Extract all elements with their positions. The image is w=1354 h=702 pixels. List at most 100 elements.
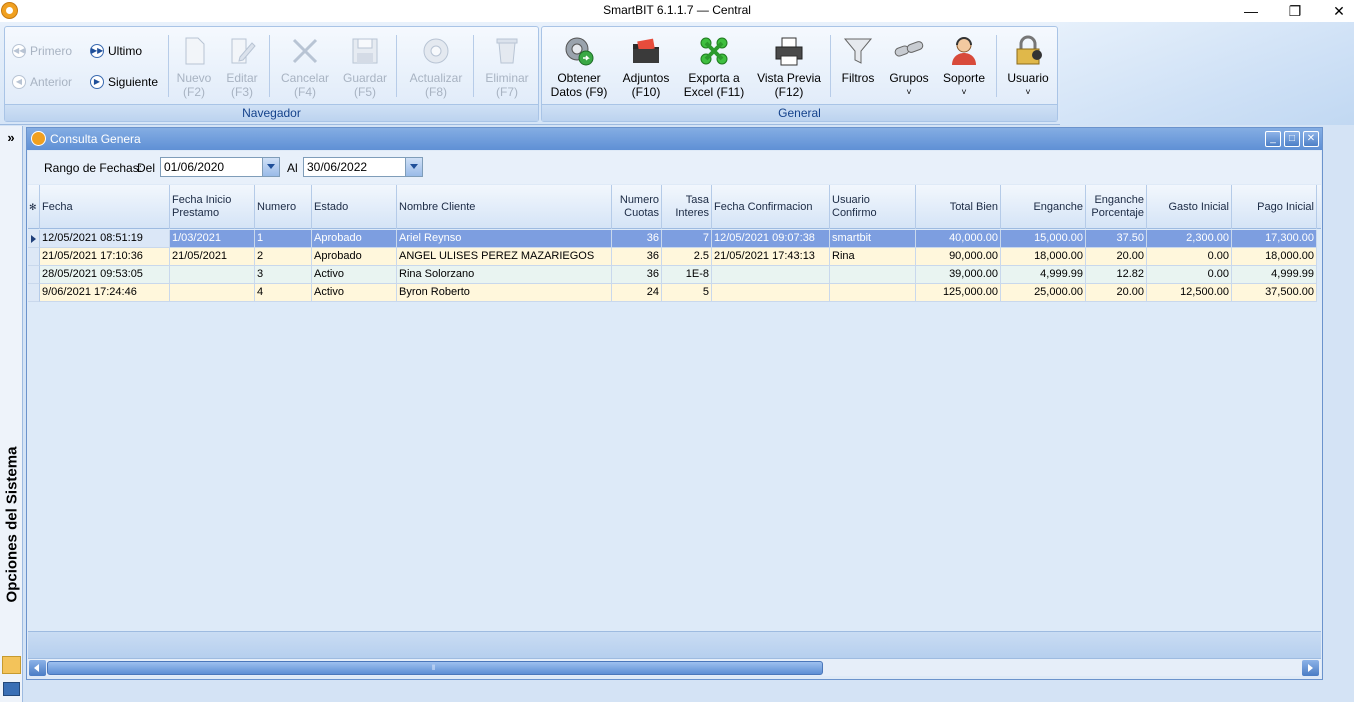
cell-usuario-confirmo[interactable]: Rina [830, 248, 916, 266]
cell-fecha[interactable]: 9/06/2021 17:24:46 [40, 284, 170, 302]
cell-numero[interactable]: 2 [255, 248, 312, 266]
filtros-button[interactable]: Filtros [836, 35, 880, 85]
guardar-button[interactable]: Guardar (F5) [339, 35, 391, 99]
date-to-picker[interactable]: 30/06/2022 [303, 157, 423, 177]
cell-gasto-inicial[interactable]: 12,500.00 [1147, 284, 1232, 302]
column-header-numero[interactable]: Numero [255, 185, 312, 229]
scroll-right-button[interactable] [1302, 660, 1319, 676]
row-indicator[interactable] [28, 230, 40, 248]
cell-tasa-interes[interactable]: 2.5 [662, 248, 712, 266]
cell-estado[interactable]: Activo [312, 284, 397, 302]
cell-nombre-cliente[interactable]: ANGEL ULISES PEREZ MAZARIEGOS [397, 248, 612, 266]
chevron-down-icon[interactable] [262, 158, 279, 176]
primero-button[interactable]: ◀◀ Primero [12, 44, 72, 58]
cell-fecha[interactable]: 12/05/2021 08:51:19 [40, 230, 170, 248]
cell-numero[interactable]: 3 [255, 266, 312, 284]
cell-numero-cuotas[interactable]: 36 [612, 248, 662, 266]
cell-enganche-porcentaje[interactable]: 20.00 [1086, 284, 1147, 302]
cell-usuario-confirmo[interactable] [830, 266, 916, 284]
cell-pago-inicial[interactable]: 18,000.00 [1232, 248, 1317, 266]
date-from-picker[interactable]: 01/06/2020 [160, 157, 280, 177]
column-header-total-bien[interactable]: Total Bien [916, 185, 1001, 229]
ultimo-button[interactable]: ▶▶ Ultimo [90, 44, 142, 58]
cell-enganche[interactable]: 25,000.00 [1001, 284, 1086, 302]
scrollbar-thumb[interactable]: ⦀ [47, 661, 823, 675]
column-header-enganche-porcentaje[interactable]: Enganche Porcentaje [1086, 185, 1147, 229]
cell-tasa-interes[interactable]: 5 [662, 284, 712, 302]
anterior-button[interactable]: ◀ Anterior [12, 75, 72, 89]
table-row[interactable]: 12/05/2021 08:51:19 1/03/2021 1 Aprobado Ari… [28, 230, 1321, 248]
cell-enganche-porcentaje[interactable]: 37.50 [1086, 230, 1147, 248]
obtener-datos-button[interactable]: Obtener Datos (F9) [548, 35, 610, 99]
column-header-fecha[interactable]: Fecha [40, 185, 170, 229]
cell-pago-inicial[interactable]: 17,300.00 [1232, 230, 1317, 248]
column-header-fecha-inicio[interactable]: Fecha Inicio Prestamo [170, 185, 255, 229]
sidebar-expand-button[interactable]: » [2, 130, 20, 148]
nuevo-button[interactable]: Nuevo (F2) [172, 35, 216, 99]
cell-estado[interactable]: Aprobado [312, 230, 397, 248]
row-indicator[interactable] [28, 284, 40, 302]
cell-fecha[interactable]: 21/05/2021 17:10:36 [40, 248, 170, 266]
cell-enganche-porcentaje[interactable]: 20.00 [1086, 248, 1147, 266]
eliminar-button[interactable]: Eliminar (F7) [479, 35, 535, 99]
adjuntos-button[interactable]: Adjuntos (F10) [616, 35, 676, 99]
table-row[interactable]: 28/05/2021 09:53:05 3 Activo Rina Solorzano… [28, 266, 1321, 284]
grid-corner-icon[interactable]: ✻ [28, 185, 40, 229]
cell-numero[interactable]: 4 [255, 284, 312, 302]
cell-usuario-confirmo[interactable] [830, 284, 916, 302]
actualizar-button[interactable]: Actualizar (F8) [404, 35, 468, 99]
cell-fecha-confirmacion[interactable] [712, 266, 830, 284]
column-header-tasa-interes[interactable]: Tasa Interes [662, 185, 712, 229]
column-header-nombre-cliente[interactable]: Nombre Cliente [397, 185, 612, 229]
column-header-numero-cuotas[interactable]: Numero Cuotas [612, 185, 662, 229]
cell-total-bien[interactable]: 90,000.00 [916, 248, 1001, 266]
cancelar-button[interactable]: Cancelar (F4) [277, 35, 333, 99]
cell-tasa-interes[interactable]: 7 [662, 230, 712, 248]
home-icon[interactable] [2, 656, 21, 674]
cell-enganche[interactable]: 18,000.00 [1001, 248, 1086, 266]
cell-fecha[interactable]: 28/05/2021 09:53:05 [40, 266, 170, 284]
row-indicator[interactable] [28, 266, 40, 284]
cell-estado[interactable]: Activo [312, 266, 397, 284]
close-button[interactable]: ✕ [1316, 0, 1354, 22]
soporte-button[interactable]: Soporte ˅ [938, 35, 990, 99]
cell-fecha-inicio[interactable]: 21/05/2021 [170, 248, 255, 266]
usuario-button[interactable]: Usuario ˅ [1002, 35, 1054, 99]
cell-pago-inicial[interactable]: 4,999.99 [1232, 266, 1317, 284]
cell-enganche[interactable]: 15,000.00 [1001, 230, 1086, 248]
scroll-left-button[interactable] [29, 660, 46, 676]
child-maximize-button[interactable]: □ [1284, 131, 1300, 147]
column-header-enganche[interactable]: Enganche [1001, 185, 1086, 229]
cell-enganche[interactable]: 4,999.99 [1001, 266, 1086, 284]
column-header-pago-inicial[interactable]: Pago Inicial [1232, 185, 1317, 229]
child-minimize-button[interactable]: _ [1265, 131, 1281, 147]
cell-nombre-cliente[interactable]: Byron Roberto [397, 284, 612, 302]
column-header-fecha-confirmacion[interactable]: Fecha Confirmacion [712, 185, 830, 229]
cell-numero[interactable]: 1 [255, 230, 312, 248]
cell-enganche-porcentaje[interactable]: 12.82 [1086, 266, 1147, 284]
cell-fecha-confirmacion[interactable] [712, 284, 830, 302]
cell-fecha-inicio[interactable]: 1/03/2021 [170, 230, 255, 248]
minimize-button[interactable]: — [1228, 0, 1274, 22]
cell-nombre-cliente[interactable]: Rina Solorzano [397, 266, 612, 284]
cell-gasto-inicial[interactable]: 2,300.00 [1147, 230, 1232, 248]
cell-estado[interactable]: Aprobado [312, 248, 397, 266]
child-close-button[interactable]: ✕ [1303, 131, 1319, 147]
vista-previa-button[interactable]: Vista Previa (F12) [752, 35, 826, 99]
cell-fecha-inicio[interactable] [170, 266, 255, 284]
editar-button[interactable]: Editar (F3) [220, 35, 264, 99]
row-indicator[interactable] [28, 248, 40, 266]
cell-total-bien[interactable]: 125,000.00 [916, 284, 1001, 302]
horizontal-scrollbar[interactable]: ⦀ [28, 658, 1321, 676]
sidebar-title[interactable]: Opciones del Sistema [4, 425, 21, 625]
cell-nombre-cliente[interactable]: Ariel Reynso [397, 230, 612, 248]
siguiente-button[interactable]: ▶ Siguiente [90, 75, 158, 89]
cell-fecha-inicio[interactable] [170, 284, 255, 302]
cell-numero-cuotas[interactable]: 36 [612, 266, 662, 284]
cell-gasto-inicial[interactable]: 0.00 [1147, 266, 1232, 284]
cell-usuario-confirmo[interactable]: smartbit [830, 230, 916, 248]
cell-fecha-confirmacion[interactable]: 12/05/2021 09:07:38 [712, 230, 830, 248]
cell-numero-cuotas[interactable]: 24 [612, 284, 662, 302]
cell-tasa-interes[interactable]: 1E-8 [662, 266, 712, 284]
table-row[interactable]: 9/06/2021 17:24:46 4 Activo Byron Roberto 24… [28, 284, 1321, 302]
